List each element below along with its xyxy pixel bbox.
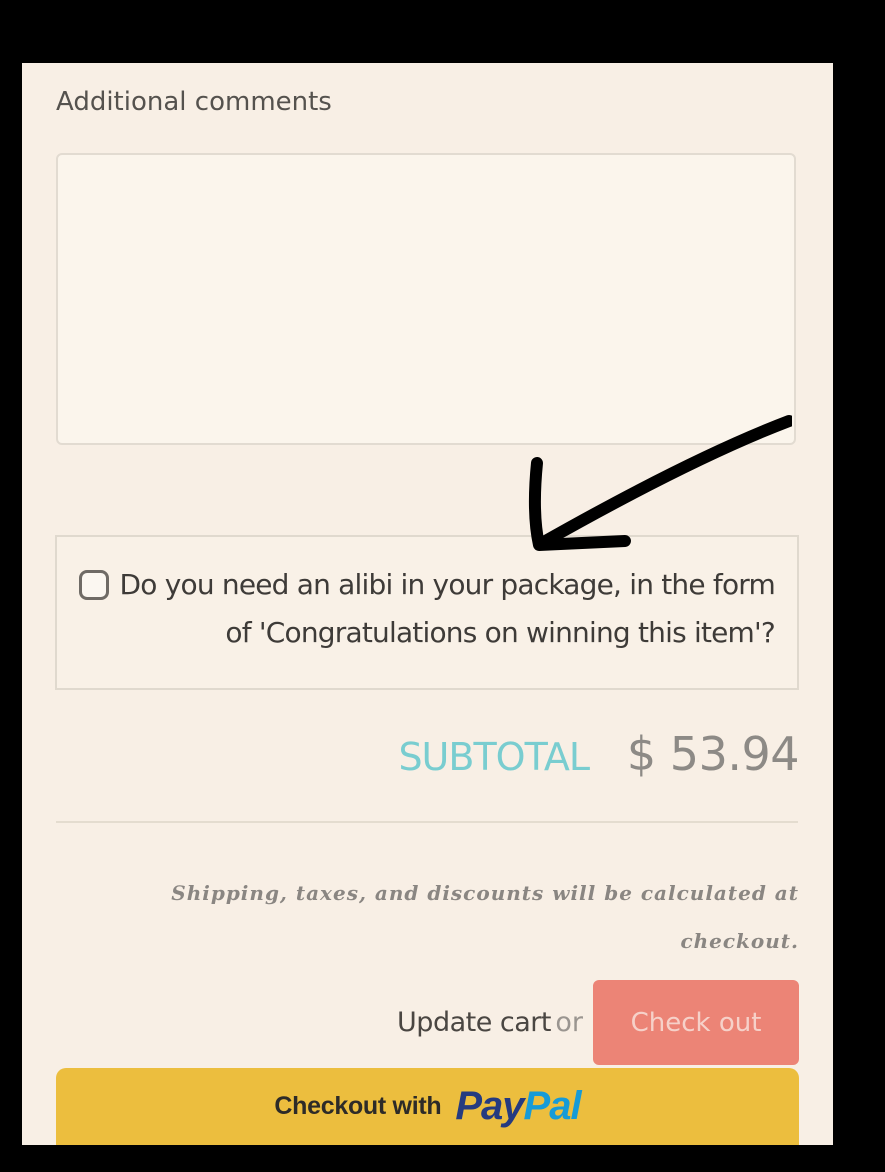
paypal-logo-pal: Pal xyxy=(523,1083,582,1128)
comments-textarea[interactable] xyxy=(56,153,796,445)
comments-label: Additional comments xyxy=(56,87,332,117)
paypal-logo-pay: Pay xyxy=(455,1083,524,1128)
paypal-checkout-button[interactable]: Checkout with PayPal xyxy=(56,1068,799,1145)
subtotal-label: SUBTOTAL xyxy=(398,735,590,779)
hand-drawn-arrow-icon xyxy=(528,415,792,551)
subtotal-amount: $ 53.94 xyxy=(626,727,800,781)
shipping-note: Shipping, taxes, and discounts will be c… xyxy=(159,869,799,965)
paypal-prefix-label: Checkout with xyxy=(274,1091,442,1120)
cart-panel: Additional comments Do you need an alibi… xyxy=(22,63,833,1145)
divider xyxy=(56,821,798,823)
or-separator: or xyxy=(555,1007,583,1038)
paypal-logo-icon: PayPal xyxy=(455,1083,582,1129)
shipping-note-line1: Shipping, taxes, and discounts will be c… xyxy=(171,881,799,905)
shipping-note-line2: checkout. xyxy=(680,929,799,953)
alibi-label-line2: of 'Congratulations on winning this item… xyxy=(225,616,775,649)
update-cart-link[interactable]: Update cart xyxy=(397,1007,551,1038)
checkout-button[interactable]: Check out xyxy=(593,980,799,1065)
